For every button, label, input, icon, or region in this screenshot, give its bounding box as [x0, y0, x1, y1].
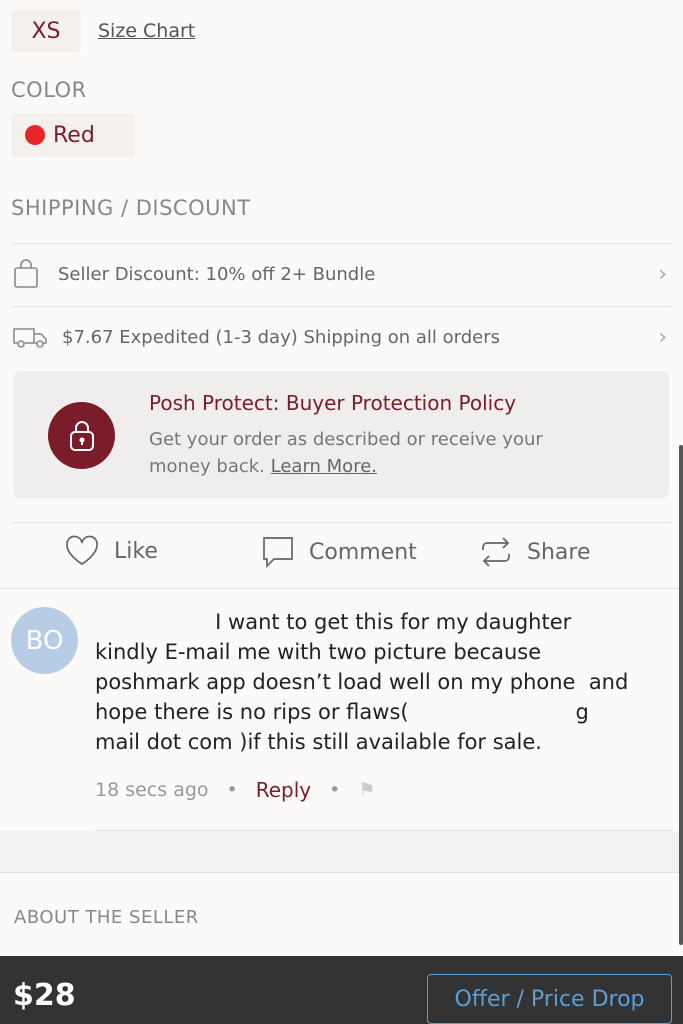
footer-bar: $28 Offer / Price Drop [0, 956, 683, 1024]
shipping-label: SHIPPING / DISCOUNT [11, 196, 251, 220]
share-button[interactable]: Share [479, 535, 591, 569]
shopping-bag-icon [14, 259, 38, 288]
about-seller-label: ABOUT THE SELLER [14, 907, 199, 928]
protect-line2: money back. [149, 456, 271, 477]
comment-label: Comment [309, 539, 417, 565]
protect-line1: Get your order as described or receive y… [149, 429, 543, 450]
like-label: Like [114, 538, 158, 564]
shipping-row[interactable]: $7.67 Expedited (1-3 day) Shipping on al… [12, 306, 671, 368]
color-label: COLOR [11, 78, 87, 102]
comment-line: I want to get this for my daughter [95, 610, 572, 634]
share-icon [482, 537, 510, 567]
comment-time: 18 secs ago [95, 779, 209, 801]
protect-desc: Get your order as described or receive y… [149, 426, 543, 480]
like-button[interactable]: Like [64, 535, 158, 567]
comment-line: kindly E-mail me with two picture becaus… [95, 640, 542, 664]
flag-icon[interactable]: ⚑ [358, 779, 375, 801]
offer-button[interactable]: Offer / Price Drop [427, 974, 672, 1024]
comment-line: hope there is no rips or flaws( g [95, 700, 589, 724]
scrollbar[interactable] [679, 445, 683, 945]
dot-separator: • [226, 779, 238, 801]
seller-discount-text: Seller Discount: 10% off 2+ Bundle [58, 263, 376, 285]
comment-meta: 18 secs ago • Reply • ⚑ [95, 778, 375, 802]
color-swatch [25, 125, 45, 145]
posh-protect-card: Posh Protect: Buyer Protection Policy Ge… [14, 371, 669, 498]
size-chip[interactable]: XS [11, 10, 81, 52]
color-value: Red [53, 122, 95, 148]
shipping-text: $7.67 Expedited (1-3 day) Shipping on al… [62, 326, 500, 348]
chevron-right-icon: › [658, 261, 667, 287]
avatar[interactable]: BO [11, 607, 78, 674]
dot-separator: • [329, 779, 341, 801]
learn-more-link[interactable]: Learn More. [271, 456, 377, 477]
comment-icon [263, 537, 293, 569]
size-chart-link[interactable]: Size Chart [98, 20, 195, 42]
reply-button[interactable]: Reply [256, 778, 311, 802]
section-spacer [0, 831, 683, 873]
truck-icon [13, 328, 47, 348]
color-chip[interactable]: Red [11, 113, 135, 157]
comment-line: mail dot com )if this still available fo… [95, 730, 542, 754]
chevron-right-icon: › [658, 324, 667, 350]
heart-icon [66, 535, 98, 565]
price: $28 [13, 978, 76, 1013]
lock-icon [48, 402, 115, 469]
comment-text: I want to get this for my daughter kindl… [95, 607, 628, 757]
comment-button[interactable]: Comment [261, 535, 417, 569]
share-label: Share [527, 539, 591, 565]
protect-title: Posh Protect: Buyer Protection Policy [149, 391, 517, 415]
comment-line: poshmark app doesn’t load well on my pho… [95, 670, 629, 694]
seller-discount-row[interactable]: Seller Discount: 10% off 2+ Bundle › [12, 243, 671, 305]
